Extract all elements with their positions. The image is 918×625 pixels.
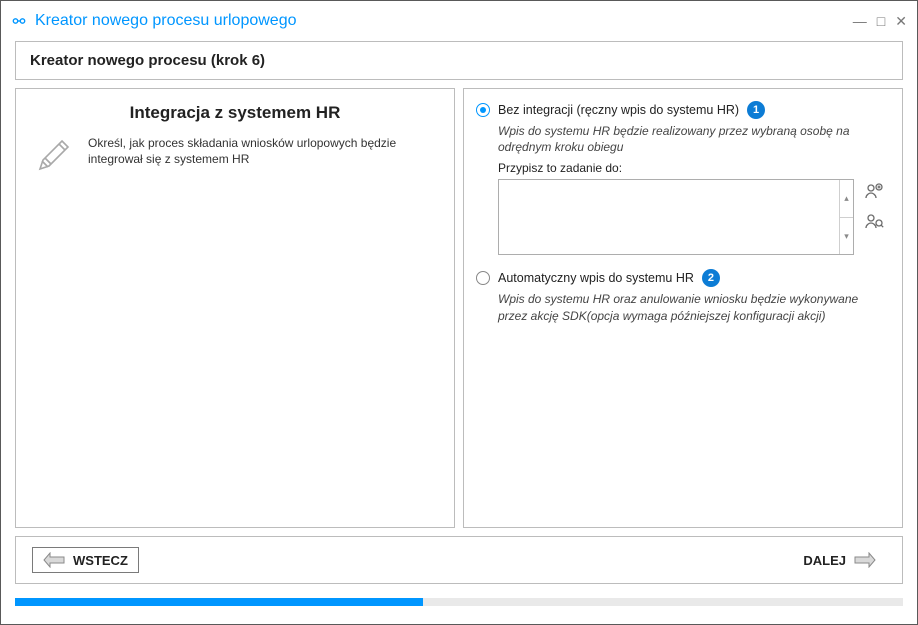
left-description: Określ, jak proces składania wniosków ur… xyxy=(88,135,436,167)
option-auto-integration: Automatyczny wpis do systemu HR 2 Wpis d… xyxy=(476,269,884,323)
next-label: DALEJ xyxy=(803,553,846,568)
add-user-icon[interactable] xyxy=(864,181,884,201)
find-user-icon[interactable] xyxy=(864,211,884,231)
progress-fill xyxy=(15,598,423,606)
badge-2: 2 xyxy=(702,269,720,287)
option1-description: Wpis do systemu HR będzie realizowany pr… xyxy=(498,123,884,155)
left-title: Integracja z systemem HR xyxy=(34,103,436,123)
wizard-window: Kreator nowego procesu urlopowego — □ ✕ … xyxy=(0,0,918,625)
back-label: WSTECZ xyxy=(73,553,128,568)
arrow-left-icon xyxy=(43,552,65,568)
radio-auto-integration[interactable] xyxy=(476,271,490,285)
option-no-integration: Bez integracji (ręczny wpis do systemu H… xyxy=(476,101,884,255)
content: Kreator nowego procesu (krok 6) Integrac… xyxy=(1,41,917,624)
step-header: Kreator nowego procesu (krok 6) xyxy=(15,41,903,80)
spin-up-icon[interactable]: ▴ xyxy=(840,180,853,218)
assign-listbox[interactable]: ▴ ▾ xyxy=(498,179,854,255)
body: Integracja z systemem HR Określ, jak pro… xyxy=(15,88,903,528)
arrow-right-icon xyxy=(854,552,876,568)
assign-label: Przypisz to zadanie do: xyxy=(498,161,884,175)
radio-no-integration[interactable] xyxy=(476,103,490,117)
badge-1: 1 xyxy=(747,101,765,119)
pencil-icon xyxy=(34,135,74,180)
option1-label[interactable]: Bez integracji (ręczny wpis do systemu H… xyxy=(498,103,739,117)
footer: WSTECZ DALEJ xyxy=(15,536,903,584)
progress-bar xyxy=(15,592,903,610)
back-button[interactable]: WSTECZ xyxy=(32,547,139,573)
app-icon xyxy=(11,13,27,29)
assign-spin: ▴ ▾ xyxy=(839,180,853,254)
left-panel: Integracja z systemem HR Określ, jak pro… xyxy=(15,88,455,528)
window-title: Kreator nowego procesu urlopowego xyxy=(35,12,845,30)
option2-description: Wpis do systemu HR oraz anulowanie wnios… xyxy=(498,291,884,323)
window-controls: — □ ✕ xyxy=(853,14,907,28)
right-panel: Bez integracji (ręczny wpis do systemu H… xyxy=(463,88,903,528)
close-button[interactable]: ✕ xyxy=(895,14,907,28)
maximize-button[interactable]: □ xyxy=(877,14,885,28)
next-button[interactable]: DALEJ xyxy=(793,548,886,572)
spin-down-icon[interactable]: ▾ xyxy=(840,218,853,255)
title-bar: Kreator nowego procesu urlopowego — □ ✕ xyxy=(1,1,917,41)
minimize-button[interactable]: — xyxy=(853,14,867,28)
option2-label[interactable]: Automatyczny wpis do systemu HR xyxy=(498,271,694,285)
